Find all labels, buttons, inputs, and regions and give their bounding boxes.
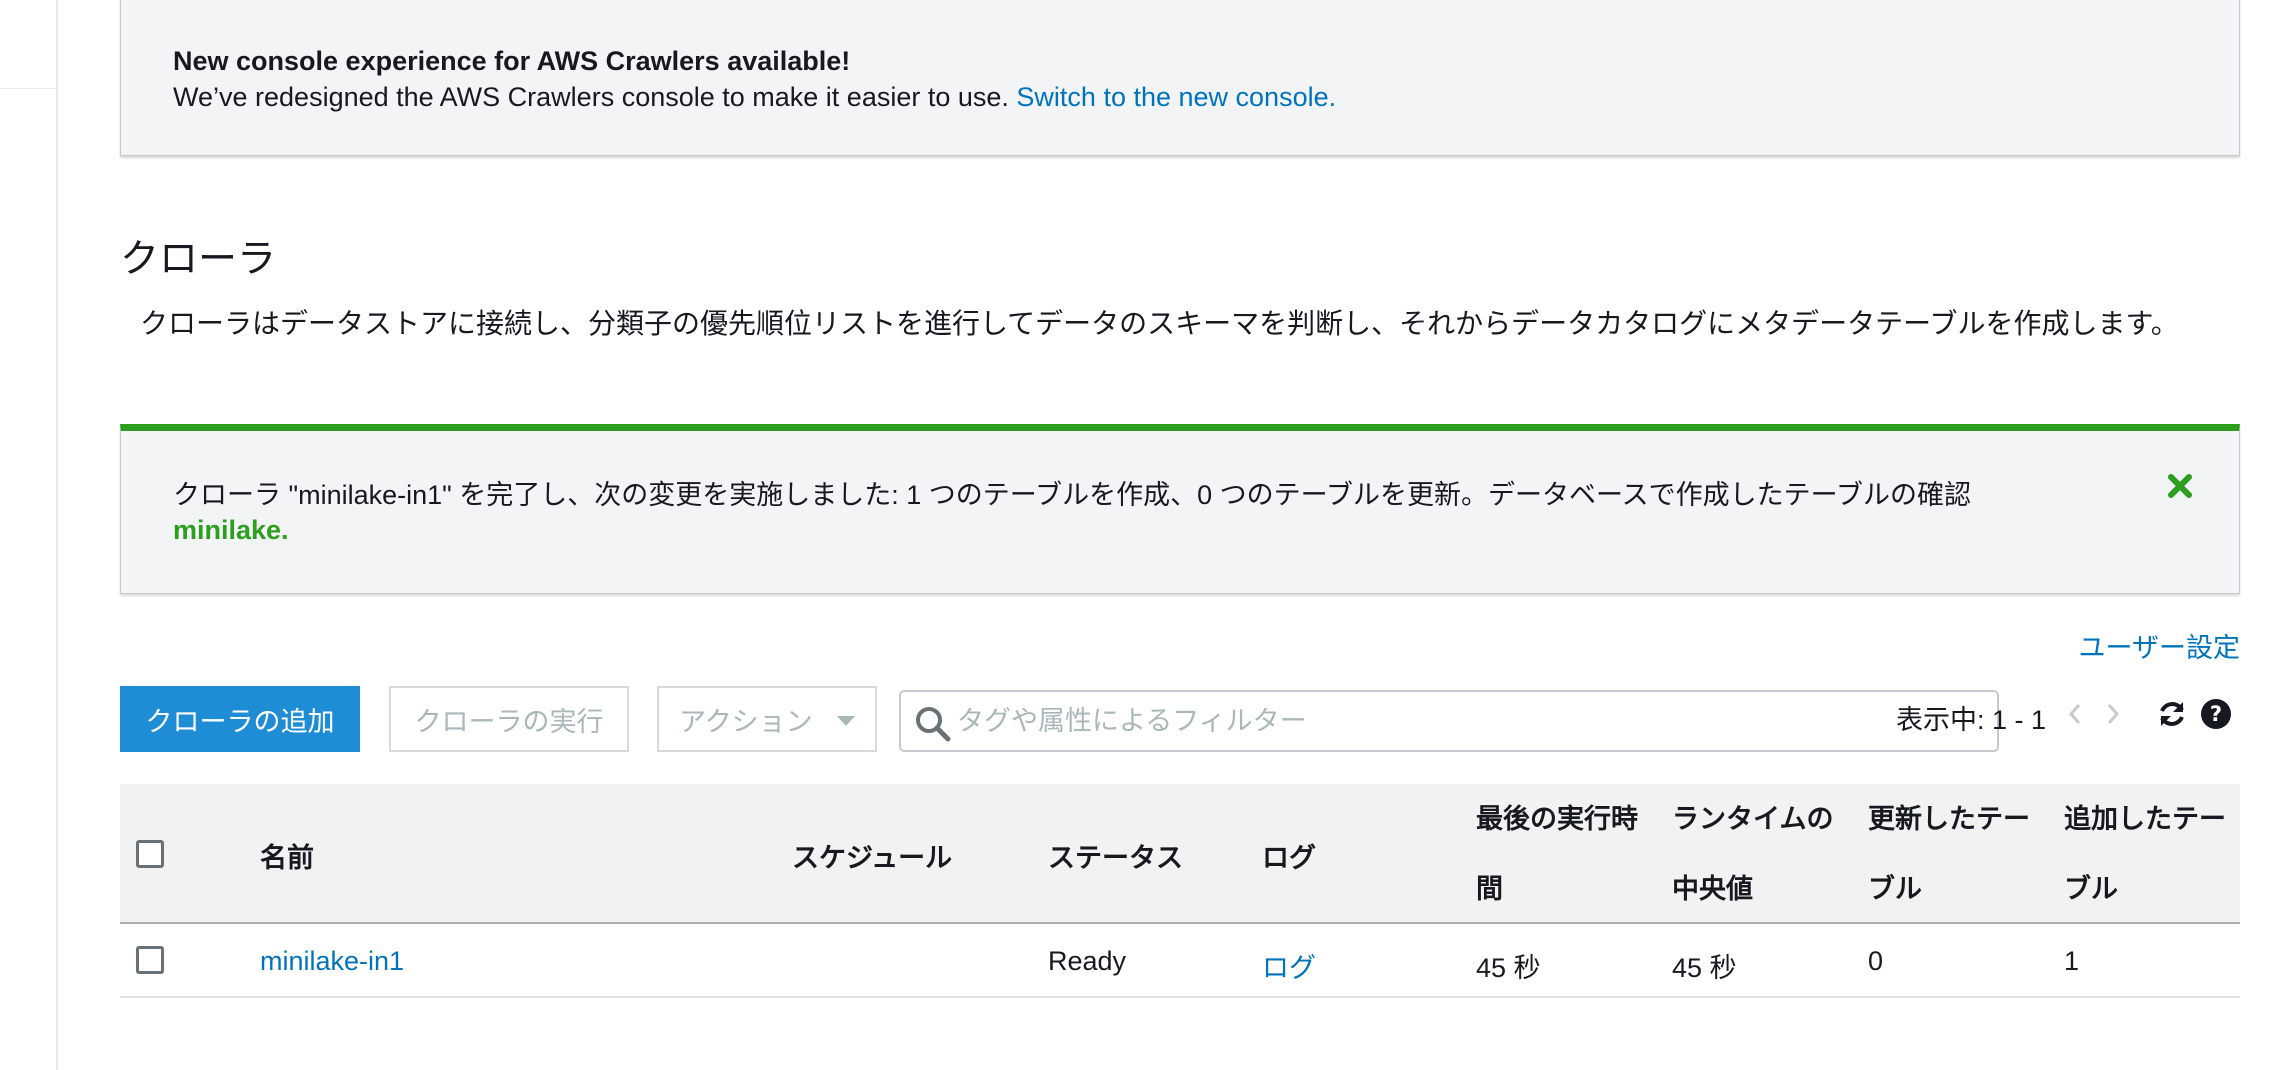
filter-box[interactable] <box>899 690 1999 752</box>
column-schedule[interactable]: スケジュール <box>792 836 952 875</box>
switch-console-link[interactable]: Switch to the new console. <box>1016 82 1336 112</box>
select-all-checkbox[interactable] <box>136 840 164 868</box>
column-last-runtime[interactable]: 最後の実行時 間 <box>1476 784 1638 924</box>
column-tables-added-line2: ブル <box>2064 874 2118 904</box>
crawler-tables-updated: 0 <box>1868 946 1884 976</box>
banner-description-text: We’ve redesigned the AWS Crawlers consol… <box>173 82 1009 112</box>
column-last-runtime-line2: 間 <box>1476 874 1503 904</box>
table-header: 名前 スケジュール ステータス ログ 最後の実行時 間 ランタイムの 中央値 更… <box>120 784 2240 924</box>
user-settings-link[interactable]: ユーザー設定 <box>2079 626 2240 665</box>
chevron-left-icon[interactable] <box>2064 700 2086 728</box>
page-title: クローラ <box>120 238 277 281</box>
pager-label: 表示中: 1 - 1 <box>1896 705 2047 735</box>
new-console-banner: New console experience for AWS Crawlers … <box>120 0 2240 156</box>
column-median-runtime-line2: 中央値 <box>1672 874 1753 904</box>
crawler-log-link[interactable]: ログ <box>1262 946 1316 985</box>
column-name[interactable]: 名前 <box>260 836 314 875</box>
page-description: クローラはデータストアに接続し、分類子の優先順位リストを進行してデータのスキーマ… <box>140 308 2179 339</box>
column-tables-updated-line2: ブル <box>1868 874 1922 904</box>
refresh-icon[interactable] <box>2156 698 2188 730</box>
flash-message: クローラ "minilake-in1" を完了し、次の変更を実施しました: 1 … <box>173 480 1972 510</box>
filter-input[interactable] <box>957 698 1977 744</box>
crawler-name-link[interactable]: minilake-in1 <box>260 946 404 977</box>
success-flash: クローラ "minilake-in1" を完了し、次の変更を実施しました: 1 … <box>120 424 2240 594</box>
crawler-median-runtime: 45 秒 <box>1672 953 1737 983</box>
run-crawler-button[interactable]: クローラの実行 <box>389 686 629 752</box>
banner-title: New console experience for AWS Crawlers … <box>173 46 851 76</box>
banner-description: We’ve redesigned the AWS Crawlers consol… <box>173 82 1336 113</box>
rail-divider <box>0 88 56 89</box>
column-tables-added[interactable]: 追加したテー ブル <box>2064 784 2226 924</box>
crawler-tables-added: 1 <box>2064 946 2080 976</box>
row-checkbox[interactable] <box>136 946 164 974</box>
table-row[interactable]: minilake-in1 Ready ログ 45 秒 45 秒 0 1 <box>120 924 2240 998</box>
column-last-runtime-line1: 最後の実行時 <box>1476 804 1638 834</box>
add-crawler-button[interactable]: クローラの追加 <box>120 686 360 752</box>
column-tables-added-line1: 追加したテー <box>2064 804 2226 834</box>
search-icon <box>916 707 951 742</box>
crawler-status: Ready <box>1048 946 1127 976</box>
column-status[interactable]: ステータス <box>1048 836 1183 875</box>
svg-text:?: ? <box>2210 702 2222 726</box>
column-median-runtime-line1: ランタイムの <box>1672 804 1834 834</box>
caret-down-icon <box>837 716 855 726</box>
chevron-right-icon[interactable] <box>2102 700 2124 728</box>
left-navigation-rail <box>0 0 58 1070</box>
action-label: アクション <box>679 706 813 737</box>
column-log[interactable]: ログ <box>1262 836 1316 875</box>
help-icon[interactable]: ? <box>2200 698 2232 730</box>
column-tables-updated-line1: 更新したテー <box>1868 804 2030 834</box>
column-median-runtime[interactable]: ランタイムの 中央値 <box>1672 784 1833 924</box>
database-link[interactable]: minilake. <box>173 515 289 546</box>
close-icon[interactable] <box>2165 471 2195 501</box>
column-tables-updated[interactable]: 更新したテー ブル <box>1868 784 2030 924</box>
crawler-last-runtime: 45 秒 <box>1476 953 1541 983</box>
action-dropdown[interactable]: アクション <box>657 686 877 752</box>
